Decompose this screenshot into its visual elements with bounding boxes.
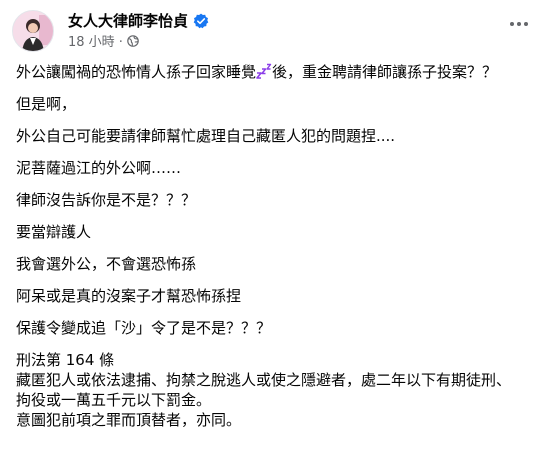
post-paragraph: 保護令變成追「沙」令了是不是？？？ xyxy=(16,319,272,337)
more-options-icon xyxy=(510,22,528,26)
post-paragraph: 要當辯護人 xyxy=(16,223,92,241)
post-body: 外公讓闖禍的恐怖情人孫子回家睡覺 後，重金聘請律師讓孫子投案？？ 但是啊， 外公… xyxy=(16,62,521,430)
post-paragraph: 泥菩薩過江的外公啊…… xyxy=(16,159,182,177)
post-paragraph: 我會選外公，不會選恐怖孫 xyxy=(16,255,197,273)
zzz-sleeping-emoji-icon xyxy=(256,63,272,79)
avatar-image xyxy=(13,11,53,51)
body-line1-after: 後，重金聘請律師讓孫子投案？？ xyxy=(272,63,498,81)
meta-separator: · xyxy=(118,35,123,50)
post-paragraph: 外公自己可能要請律師幫忙處理自己藏匿人犯的問題捏.... xyxy=(16,127,396,145)
post-paragraph: 阿呆或是真的沒案子才幫恐怖孫捏 xyxy=(16,287,242,305)
author-name[interactable]: 女人大律師李怡貞 xyxy=(68,12,188,30)
law-title: 刑法第 164 條 xyxy=(16,351,115,369)
body-line1-before: 外公讓闖禍的恐怖情人孫子回家睡覺 xyxy=(16,63,257,81)
more-options-button[interactable] xyxy=(505,10,533,38)
facebook-post: 女人大律師李怡貞 18 小時 · 外公讓闖禍的恐怖情人孫子回家睡覺 後，重金聘請… xyxy=(0,0,537,461)
globe-icon[interactable] xyxy=(127,35,139,47)
post-meta: 18 小時 · xyxy=(68,35,139,51)
law-text-line: 意圖犯前項之罪而頂替者，亦同。 xyxy=(16,411,242,429)
post-paragraph: 但是啊， xyxy=(16,95,77,113)
verified-badge-icon xyxy=(193,13,209,29)
post-paragraph: 律師沒告訴你是不是？？？ xyxy=(16,191,197,209)
post-header: 女人大律師李怡貞 18 小時 · xyxy=(0,0,537,62)
post-paragraph: 外公讓闖禍的恐怖情人孫子回家睡覺 後，重金聘請律師讓孫子投案？？ xyxy=(16,62,521,82)
law-text-line: 藏匿犯人或依法逮捕、拘禁之脫逃人或使之隱避者，處二年以下有期徒刑、拘役或一萬五千… xyxy=(16,371,512,409)
author-avatar[interactable] xyxy=(12,10,54,52)
post-timestamp[interactable]: 18 小時 xyxy=(68,35,115,50)
